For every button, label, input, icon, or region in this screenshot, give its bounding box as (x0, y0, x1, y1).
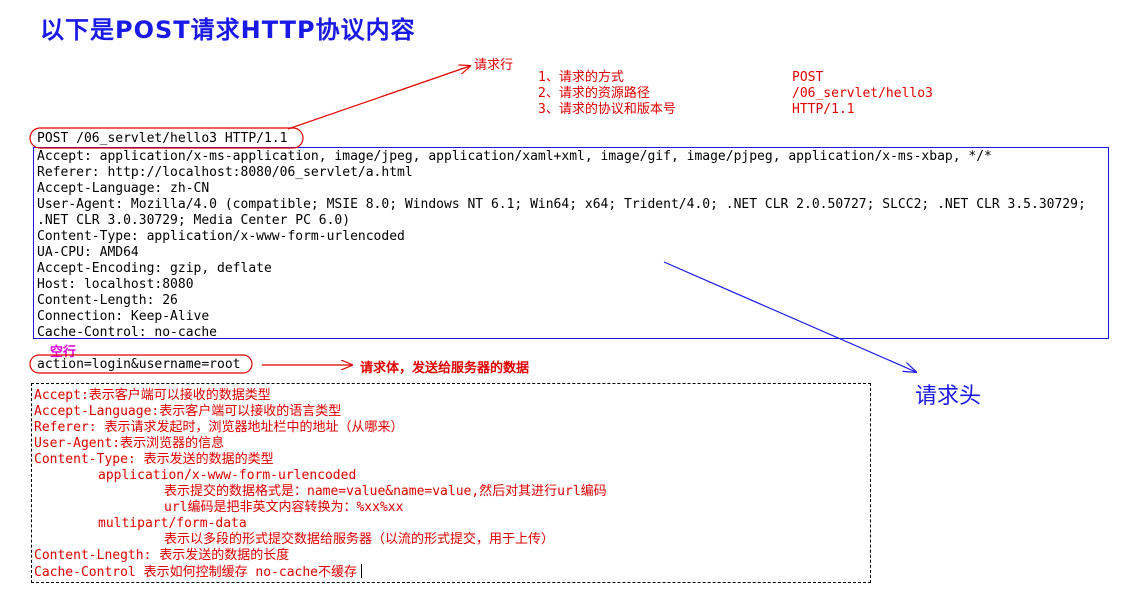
annotation-overlay (29, 0, 1148, 374)
request-line-ellipse (29, 127, 304, 149)
request-headers-arrow (663, 261, 916, 372)
request-line-arrow (287, 66, 470, 130)
request-body-ellipse (29, 354, 253, 374)
